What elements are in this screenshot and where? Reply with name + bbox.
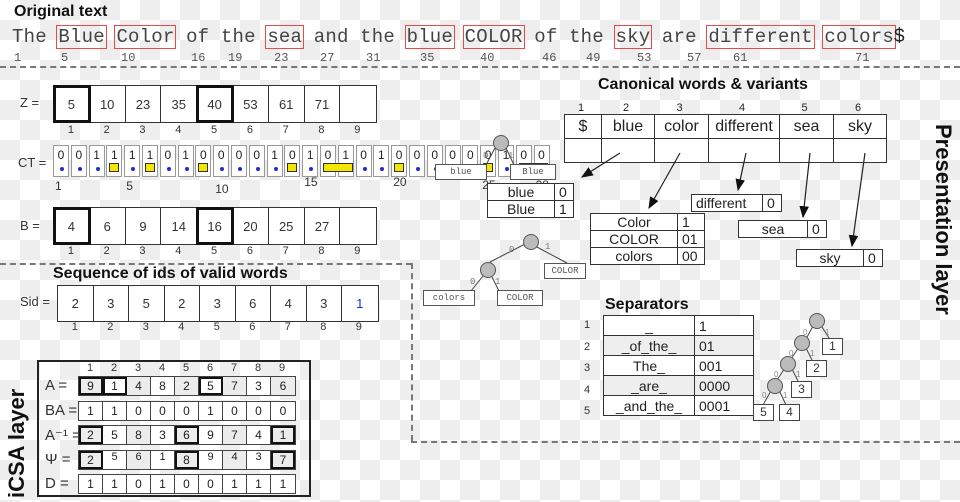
arrow-different — [735, 152, 747, 192]
svg-text:0: 0 — [509, 245, 514, 255]
svg-text:1: 1 — [545, 242, 550, 252]
svg-text:1: 1 — [495, 277, 500, 287]
arrow-sky — [848, 152, 866, 248]
svg-text:0: 0 — [470, 277, 475, 287]
svg-text:1: 1 — [796, 370, 801, 379]
blue-huffman-tree: 0 1 — [483, 135, 515, 166]
svg-text:0: 0 — [483, 151, 488, 161]
svg-text:1: 1 — [810, 349, 815, 358]
svg-text:0: 0 — [803, 328, 808, 337]
color-huffman-tree: 0 1 0 1 — [470, 234, 568, 292]
svg-text:1: 1 — [783, 391, 788, 400]
arrow-sea — [799, 152, 811, 219]
separator-huffman-tree: 0 1 0 1 0 1 0 1 — [762, 313, 830, 406]
svg-text:1: 1 — [508, 151, 513, 161]
svg-text:0: 0 — [789, 349, 794, 358]
svg-text:0: 0 — [774, 370, 779, 379]
arrow-color — [648, 152, 681, 210]
svg-text:1: 1 — [825, 328, 830, 337]
diagram-overlay: 0 1 0 1 0 1 0 1 0 1 0 1 0 1 — [470, 135, 866, 406]
svg-text:0: 0 — [762, 391, 767, 400]
arrow-blue — [580, 152, 621, 178]
